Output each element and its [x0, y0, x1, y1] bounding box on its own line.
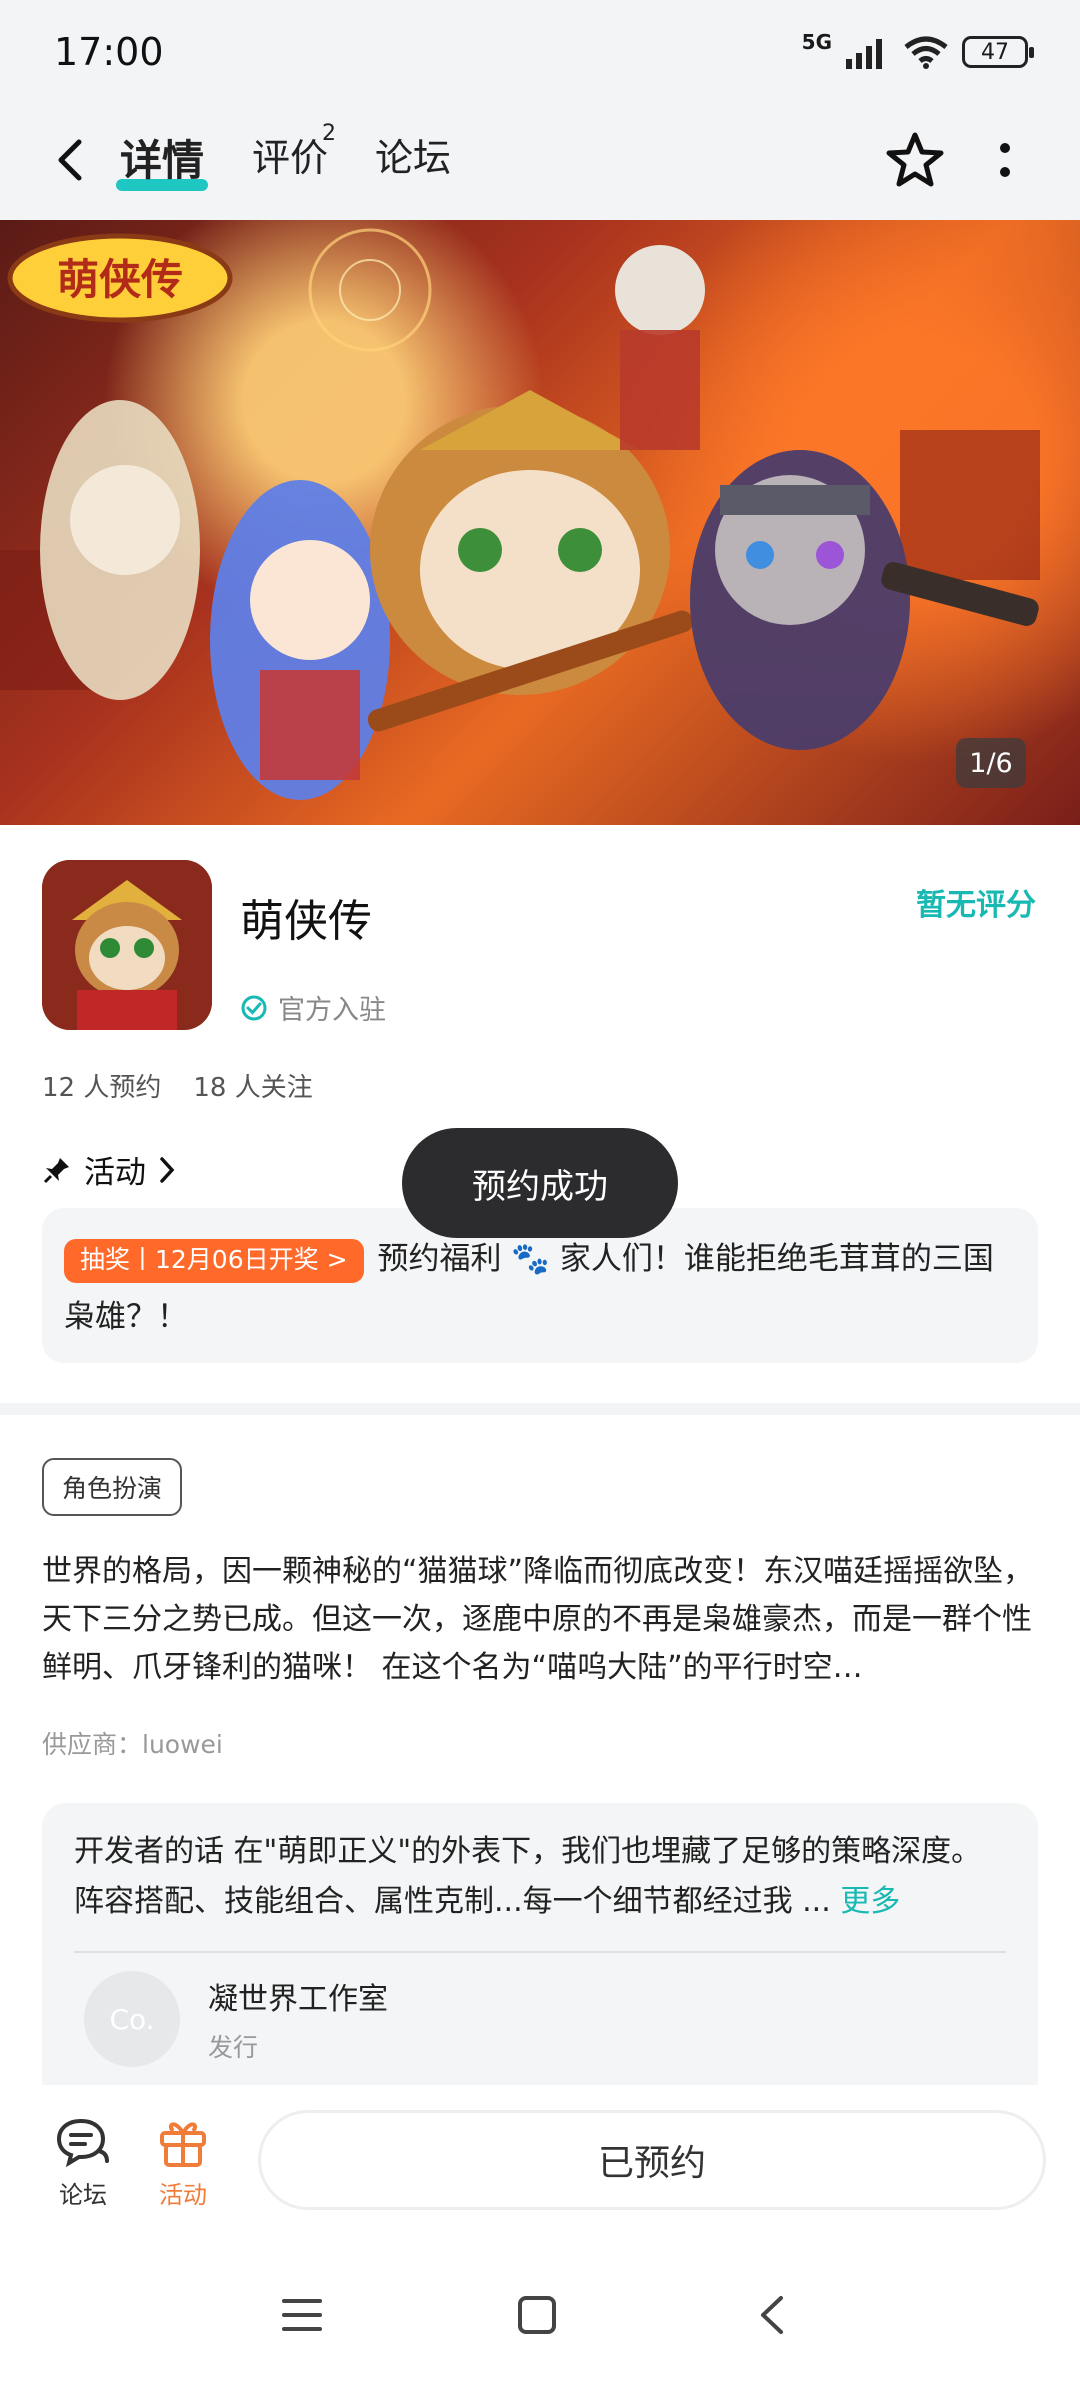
- banner-logo-text: 萌侠传: [57, 255, 183, 304]
- bottom-forum-button[interactable]: 论坛: [38, 2115, 128, 2210]
- signal-icon: [846, 39, 882, 69]
- official-label: 官方入驻: [278, 995, 386, 1026]
- back-triangle-icon: [761, 2296, 783, 2334]
- reservation-count: 12 人预约: [42, 1073, 162, 1103]
- follower-count: 18 人关注: [193, 1073, 313, 1103]
- back-button[interactable]: [50, 125, 90, 195]
- studio-avatar: Co.: [84, 1971, 180, 2067]
- carousel-page-indicator: 1/6: [956, 738, 1026, 788]
- more-vertical-icon: [1000, 143, 1010, 177]
- reviews-count-badge: 2: [322, 121, 336, 146]
- chat-bubble-icon: [56, 2118, 109, 2167]
- app-name: 萌侠传: [240, 896, 372, 947]
- banner-artwork: 萌侠传: [0, 228, 1040, 800]
- chevron-left-icon: [58, 139, 82, 181]
- nav-back-button[interactable]: [732, 2280, 812, 2350]
- studio-row[interactable]: Co. 凝世界工作室 发行: [84, 1971, 388, 2067]
- studio-info: 凝世界工作室 发行: [208, 1974, 388, 2064]
- screenshot-carousel[interactable]: 萌侠传 1/6: [0, 220, 1080, 825]
- wifi-icon: [904, 36, 948, 69]
- app-detail-page: 17:00 5G 47 详情 评价 2 论坛 萌侠传 1/6 萌侠传 官方入驻 …: [0, 0, 1080, 2401]
- nav-home-button[interactable]: [497, 2280, 577, 2350]
- network-label: 5G: [801, 30, 832, 54]
- developer-divider: [74, 1951, 1006, 1953]
- menu-icon: [282, 2299, 322, 2331]
- game-description[interactable]: 世界的格局，因一颗神秘的“猫猫球”降临而彻底改变！东汉喵廷摇摇欲坠，天下三分之势…: [42, 1548, 1038, 1692]
- app-icon-art: [42, 860, 212, 1030]
- pin-icon: [43, 1157, 69, 1183]
- lottery-tag: 抽奖丨12月06日开奖 >: [64, 1238, 364, 1283]
- tab-detail[interactable]: 详情: [120, 127, 204, 188]
- status-icons: 5G 47: [801, 30, 1034, 74]
- studio-name: 凝世界工作室: [208, 1982, 388, 2017]
- app-stats: 12 人预约 18 人关注: [42, 1067, 313, 1104]
- reserved-button[interactable]: 已预约: [258, 2110, 1046, 2210]
- home-square-icon: [518, 2296, 556, 2334]
- developer-note: 开发者的话 在"萌即正义"的外表下，我们也埋藏了足够的策略深度。阵容搭配、技能组…: [74, 1827, 1006, 1927]
- genre-tag[interactable]: 角色扮演: [42, 1458, 183, 1516]
- favorite-button[interactable]: [884, 125, 946, 195]
- more-link[interactable]: 更多: [840, 1884, 900, 1919]
- toast-message: 预约成功: [402, 1128, 678, 1238]
- status-time: 17:00: [54, 30, 164, 74]
- bottom-forum-label: 论坛: [59, 2181, 107, 2209]
- bottom-activity-button[interactable]: 活动: [138, 2115, 228, 2210]
- nav-menu-button[interactable]: [262, 2280, 342, 2350]
- battery-icon: 47: [962, 36, 1034, 68]
- section-divider: [0, 1403, 1080, 1415]
- activity-section-header[interactable]: 活动: [42, 1147, 176, 1192]
- official-badge: 官方入驻: [240, 988, 386, 1027]
- tab-reviews[interactable]: 评价: [252, 127, 328, 182]
- chevron-right-icon: [160, 1156, 175, 1183]
- tab-forum[interactable]: 论坛: [375, 127, 451, 182]
- star-icon: [886, 132, 944, 187]
- verified-check-icon: [241, 995, 267, 1020]
- more-options-button[interactable]: [990, 125, 1020, 195]
- activity-title: 活动: [84, 1155, 146, 1191]
- status-bar: 17:00 5G 47: [0, 0, 1080, 105]
- rating-status: 暂无评分: [916, 888, 1036, 923]
- gift-icon: [160, 2122, 206, 2167]
- system-nav-bar: [0, 2230, 1080, 2401]
- supplier-info: 供应商：luowei: [42, 1730, 223, 1759]
- bottom-activity-label: 活动: [159, 2181, 207, 2209]
- top-nav: 详情 评价 2 论坛: [0, 105, 1080, 220]
- tab-detail-label: 详情: [120, 136, 205, 185]
- app-icon: [42, 860, 212, 1030]
- developer-card: 开发者的话 在"萌即正义"的外表下，我们也埋藏了足够的策略深度。阵容搭配、技能组…: [42, 1803, 1038, 2085]
- bottom-action-bar: 论坛 活动 已预约: [0, 2085, 1080, 2230]
- studio-role: 发行: [208, 2033, 259, 2062]
